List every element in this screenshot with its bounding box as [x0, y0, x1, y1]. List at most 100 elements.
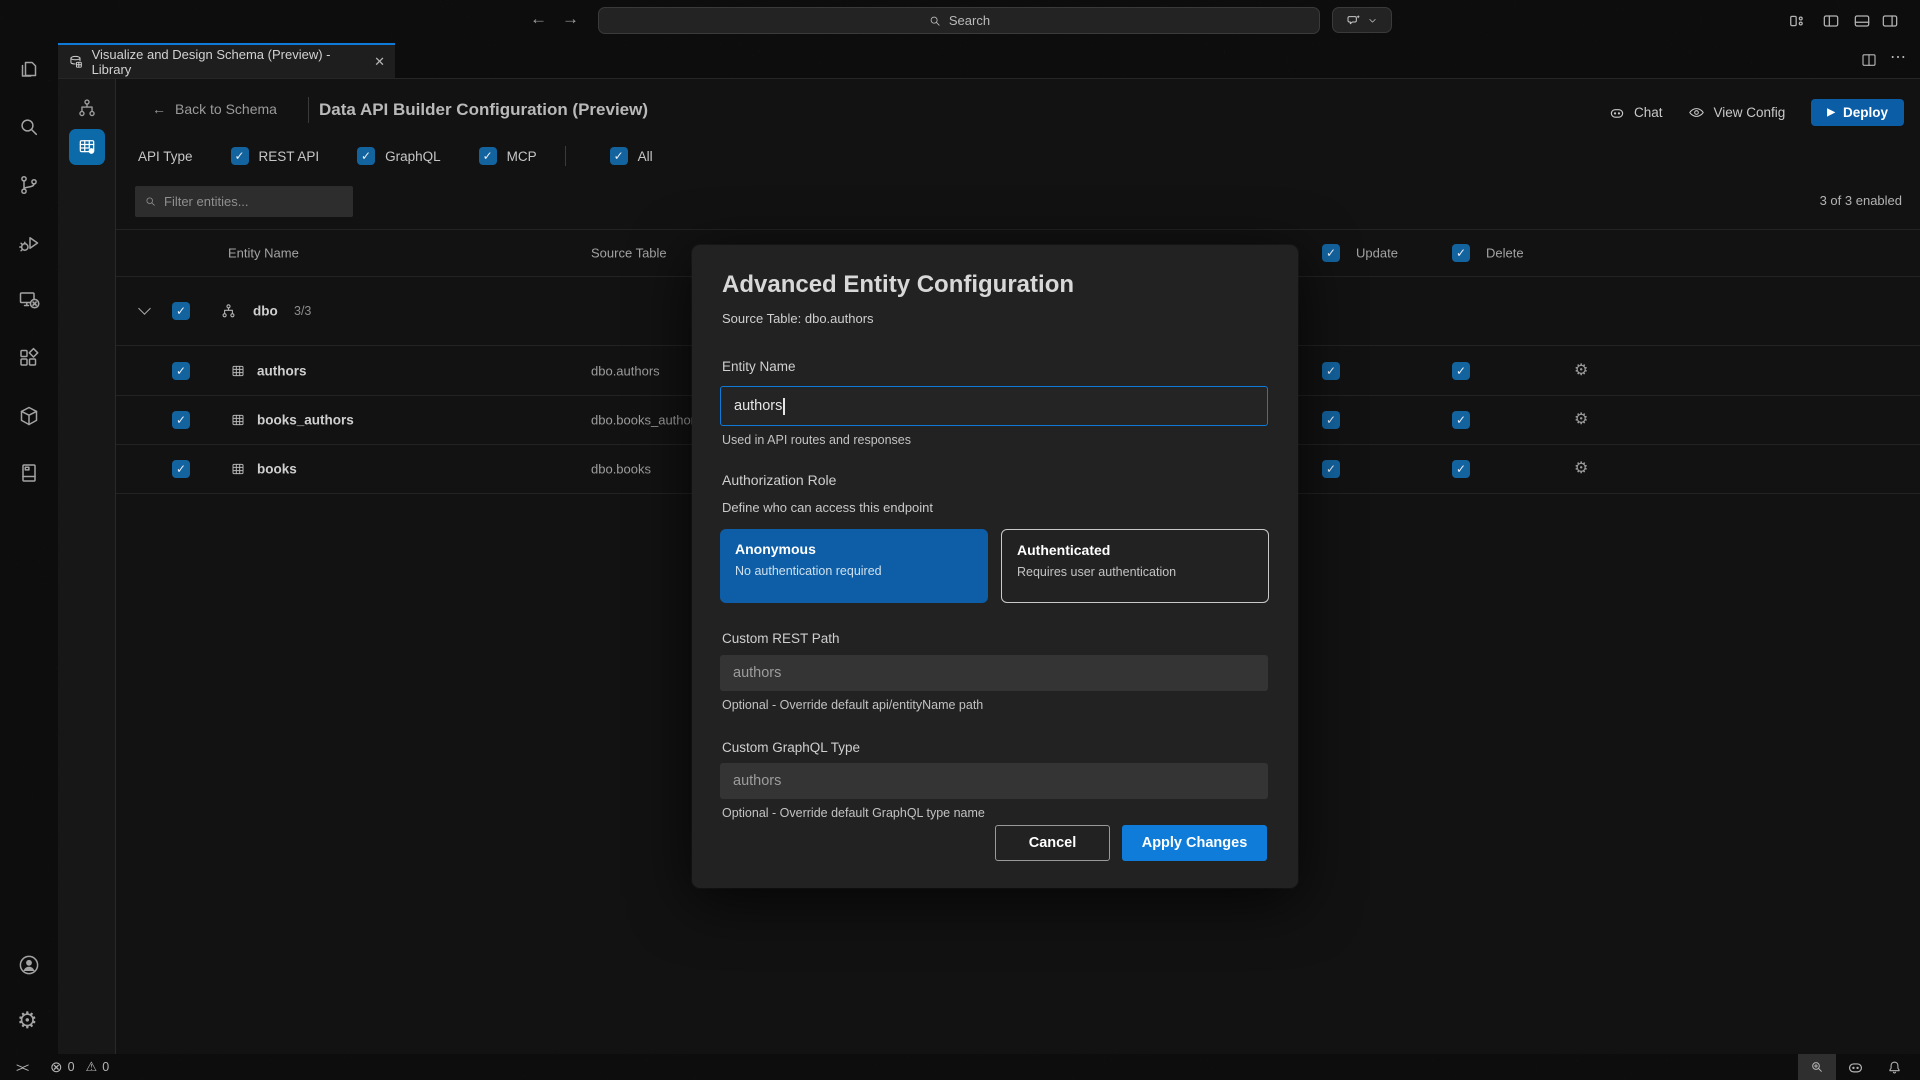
auth-option-authenticated[interactable]: Authenticated Requires user authenticati…: [1001, 529, 1269, 603]
auth-option-desc: Requires user authentication: [1017, 565, 1253, 579]
update-all-checkbox[interactable]: ✓: [1322, 244, 1340, 262]
activity-extensions-icon[interactable]: [17, 346, 41, 370]
tab-close-icon[interactable]: ✕: [374, 54, 385, 70]
eye-icon: [1688, 104, 1705, 121]
delete-checkbox[interactable]: ✓: [1452, 411, 1470, 429]
filter-divider: [565, 146, 566, 166]
toggle-panel-icon[interactable]: [1852, 11, 1872, 31]
delete-checkbox[interactable]: ✓: [1452, 460, 1470, 478]
entity-name-helper: Used in API routes and responses: [722, 433, 911, 447]
row-checkbox[interactable]: ✓: [172, 411, 190, 429]
view-config-button[interactable]: View Config: [1688, 104, 1785, 121]
group-checkbox[interactable]: ✓: [172, 302, 190, 320]
back-to-schema-button[interactable]: ← Back to Schema: [152, 101, 277, 117]
auth-option-title: Anonymous: [735, 541, 973, 557]
auth-option-anonymous[interactable]: Anonymous No authentication required: [720, 529, 988, 603]
activity-explorer-icon[interactable]: [17, 57, 41, 81]
enabled-summary: 3 of 3 enabled: [1820, 193, 1902, 208]
remote-indicator[interactable]: ><: [16, 1054, 27, 1080]
custom-rest-path-input[interactable]: authors: [720, 655, 1268, 691]
customize-layout-icon[interactable]: [1787, 11, 1807, 31]
table-configuration-icon[interactable]: [69, 129, 105, 165]
check-icon: ✓: [1456, 364, 1466, 378]
cancel-button[interactable]: Cancel: [995, 825, 1110, 861]
copilot-chat-button[interactable]: [1332, 7, 1392, 33]
text-cursor: [783, 398, 785, 415]
row-checkbox[interactable]: ✓: [172, 362, 190, 380]
zoom-status-button[interactable]: [1798, 1054, 1836, 1080]
table-icon: [230, 363, 246, 379]
group-name: dbo: [253, 304, 278, 319]
activity-packages-icon[interactable]: [17, 404, 41, 428]
nav-forward-icon[interactable]: →: [562, 9, 579, 29]
activity-source-control-icon[interactable]: [17, 173, 41, 197]
entity-name-input[interactable]: authors: [720, 386, 1268, 426]
auth-option-desc: No authentication required: [735, 564, 973, 578]
check-icon: ✓: [1326, 462, 1336, 476]
entity-name: authors: [257, 363, 307, 378]
notifications-bell-icon[interactable]: [1886, 1054, 1903, 1080]
copilot-chat-icon: [1346, 12, 1362, 28]
entity-settings-icon[interactable]: ⚙: [1574, 412, 1588, 428]
custom-graphql-type-input[interactable]: authors: [720, 763, 1268, 799]
expand-chevron-icon[interactable]: [140, 300, 149, 318]
entity-settings-icon[interactable]: ⚙: [1574, 461, 1588, 477]
check-icon: ✓: [176, 413, 186, 427]
table-icon: [230, 461, 246, 477]
tab-label: Visualize and Design Schema (Preview) - …: [92, 47, 367, 77]
entity-settings-icon[interactable]: ⚙: [1574, 363, 1588, 379]
check-icon: ✓: [176, 364, 186, 378]
toggle-secondary-sidebar-icon[interactable]: [1880, 11, 1900, 31]
graphql-type-placeholder: authors: [733, 773, 781, 789]
apply-changes-button[interactable]: Apply Changes: [1122, 825, 1267, 861]
graphql-checkbox[interactable]: ✓: [357, 147, 375, 165]
editor-more-actions-icon[interactable]: ⋯: [1890, 47, 1906, 67]
back-arrow-icon: ←: [152, 101, 166, 117]
update-checkbox[interactable]: ✓: [1322, 460, 1340, 478]
custom-graphql-type-helper: Optional - Override default GraphQL type…: [722, 806, 985, 820]
auth-option-title: Authenticated: [1017, 542, 1253, 558]
rest-api-checkbox[interactable]: ✓: [231, 147, 249, 165]
nav-back-icon[interactable]: ←: [530, 9, 547, 29]
deploy-button[interactable]: ▶ Deploy: [1811, 99, 1904, 126]
row-checkbox[interactable]: ✓: [172, 460, 190, 478]
header-divider: [308, 97, 309, 123]
schema-designer-icon[interactable]: [69, 90, 105, 126]
warning-icon: ⚠: [86, 1059, 98, 1075]
activity-run-debug-icon[interactable]: [17, 231, 41, 255]
delete-checkbox[interactable]: ✓: [1452, 362, 1470, 380]
check-icon: ✓: [1456, 413, 1466, 427]
filter-entities-input[interactable]: Filter entities...: [135, 186, 353, 217]
mcp-label: MCP: [507, 149, 537, 164]
schema-icon: [220, 303, 237, 320]
toggle-primary-sidebar-icon[interactable]: [1821, 11, 1841, 31]
check-icon: ✓: [1456, 246, 1466, 260]
mcp-checkbox[interactable]: ✓: [479, 147, 497, 165]
entity-name: books: [257, 462, 297, 477]
authorization-role-label: Authorization Role: [722, 472, 836, 488]
settings-gear-icon[interactable]: ⚙: [17, 1009, 41, 1033]
update-checkbox[interactable]: ✓: [1322, 411, 1340, 429]
delete-all-checkbox[interactable]: ✓: [1452, 244, 1470, 262]
check-icon: ✓: [235, 149, 245, 163]
command-center-search[interactable]: Search: [598, 7, 1320, 34]
table-icon: [230, 412, 246, 428]
activity-remote-explorer-icon[interactable]: [17, 288, 41, 312]
entity-name: books_authors: [257, 413, 354, 428]
custom-rest-path-helper: Optional - Override default api/entityNa…: [722, 698, 983, 712]
activity-search-icon[interactable]: [17, 115, 41, 139]
account-icon[interactable]: [17, 953, 41, 977]
warning-count: 0: [102, 1060, 109, 1074]
update-checkbox[interactable]: ✓: [1322, 362, 1340, 380]
copilot-status-icon[interactable]: [1846, 1054, 1865, 1080]
tab-visualize-design-schema[interactable]: Visualize and Design Schema (Preview) - …: [58, 43, 395, 78]
check-icon: ✓: [176, 462, 186, 476]
problems-indicator[interactable]: ⊗ 0 ⚠ 0: [50, 1054, 109, 1080]
split-editor-icon[interactable]: [1860, 51, 1878, 69]
activity-database-panel-icon[interactable]: [17, 461, 41, 485]
chat-button[interactable]: Chat: [1608, 104, 1663, 122]
chevron-down-icon: [1367, 15, 1378, 26]
rest-api-label: REST API: [259, 149, 320, 164]
all-checkbox[interactable]: ✓: [610, 147, 628, 165]
search-icon: [144, 195, 157, 208]
